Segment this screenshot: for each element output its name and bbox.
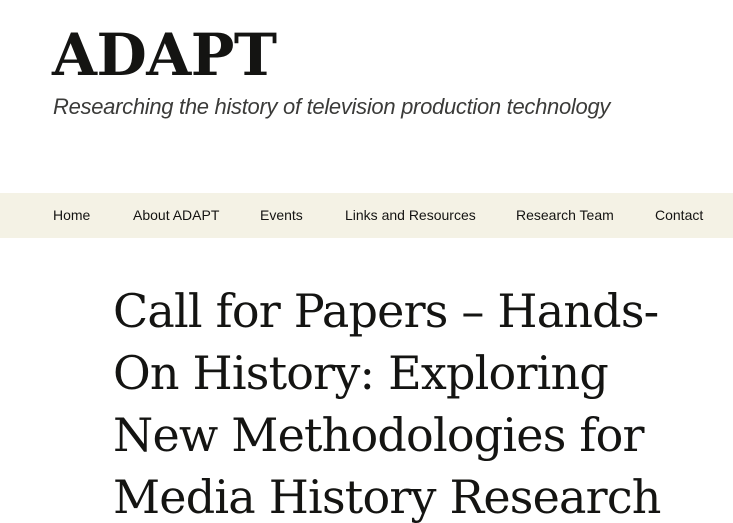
nav-item-research-team[interactable]: Research Team (516, 193, 614, 238)
nav-item-home[interactable]: Home (53, 193, 90, 238)
nav-item-about-adapt[interactable]: About ADAPT (133, 193, 219, 238)
main-navigation: Home About ADAPT Events Links and Resour… (0, 193, 733, 238)
post-title[interactable]: Call for Papers – Hands-On History: Expl… (113, 280, 713, 523)
site-header: ADAPT Researching the history of televis… (0, 0, 733, 193)
nav-item-events[interactable]: Events (260, 193, 303, 238)
post-article: Call for Papers – Hands-On History: Expl… (113, 280, 713, 523)
nav-item-links-and-resources[interactable]: Links and Resources (345, 193, 476, 238)
nav-item-contact[interactable]: Contact (655, 193, 703, 238)
site-description: Researching the history of television pr… (53, 94, 611, 119)
site-title[interactable]: ADAPT (52, 20, 277, 90)
